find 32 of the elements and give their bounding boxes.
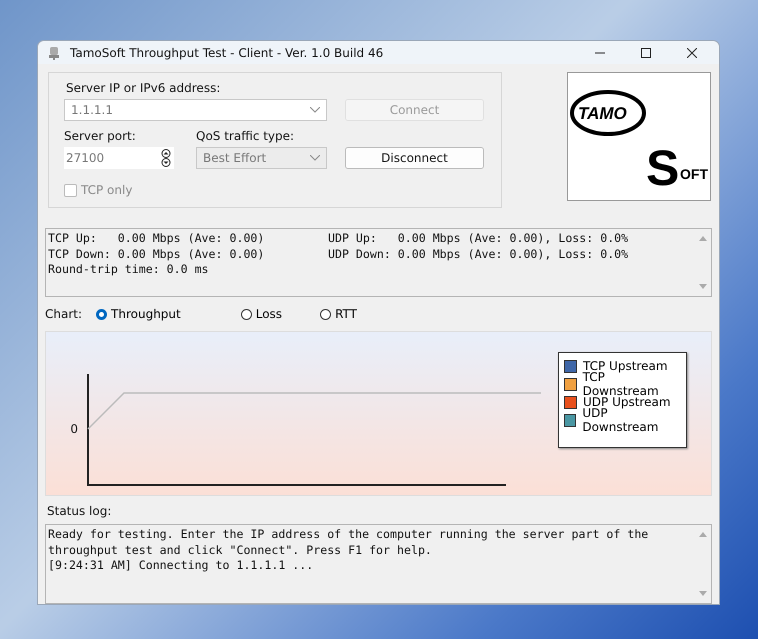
stats-text: UDP Up: 0.00 Mbps (Ave: 0.00), Loss: 0.0% [328,231,628,246]
legend-label: TCP Upstream [583,359,668,373]
maximize-icon[interactable] [641,48,651,58]
chart-label: Chart: [45,307,82,321]
log-entry: Ready for testing. Enter the IP address of the computer running the server part of the throughput test and click "Connect". Press F1 for help. [48,527,650,558]
axis-tick-label: 0 [70,422,78,436]
close-icon[interactable] [687,48,697,58]
radio-button[interactable] [240,308,252,320]
radio-label: RTT [335,307,357,321]
stats-text: UDP Down: 0.00 Mbps (Ave: 0.00), Loss: 0.0% [328,246,628,262]
stats-text: Round-trip time: 0.0 ms [48,262,210,278]
radio-button[interactable] [320,308,332,320]
computer-icon [47,46,61,60]
port-label: Server port: [64,129,137,143]
logo-text: TAMO [578,104,627,123]
logo-text: S [646,140,680,196]
window-title: TamoSoft Throughput Test - Client - Ver. 1.0 Build 46 [70,46,384,60]
chevron-down-icon [310,155,320,161]
log-entry: [9:24:31 AM] Connecting to 1.1.1.1 ... [48,558,314,574]
address-label: Server IP or IPv6 address: [66,81,222,95]
status-log-label: Status log: [47,504,112,518]
legend-label: UDP Upstream [583,395,671,409]
radio-label: Loss [256,307,282,321]
disconnect-button[interactable]: Disconnect [345,147,484,169]
chevron-down-icon [310,107,320,113]
tcp-only-label: TCP only [81,183,132,197]
radio-label: Throughput [111,307,181,321]
radio-button[interactable] [96,308,108,320]
qos-label: QoS traffic type: [196,129,296,143]
logo-text: OFT [680,166,708,182]
stats-text: TCP Up: 0.00 Mbps (Ave: 0.00) [48,231,266,246]
stats-text: TCP Down: 0.00 Mbps (Ave: 0.00) [48,246,266,262]
